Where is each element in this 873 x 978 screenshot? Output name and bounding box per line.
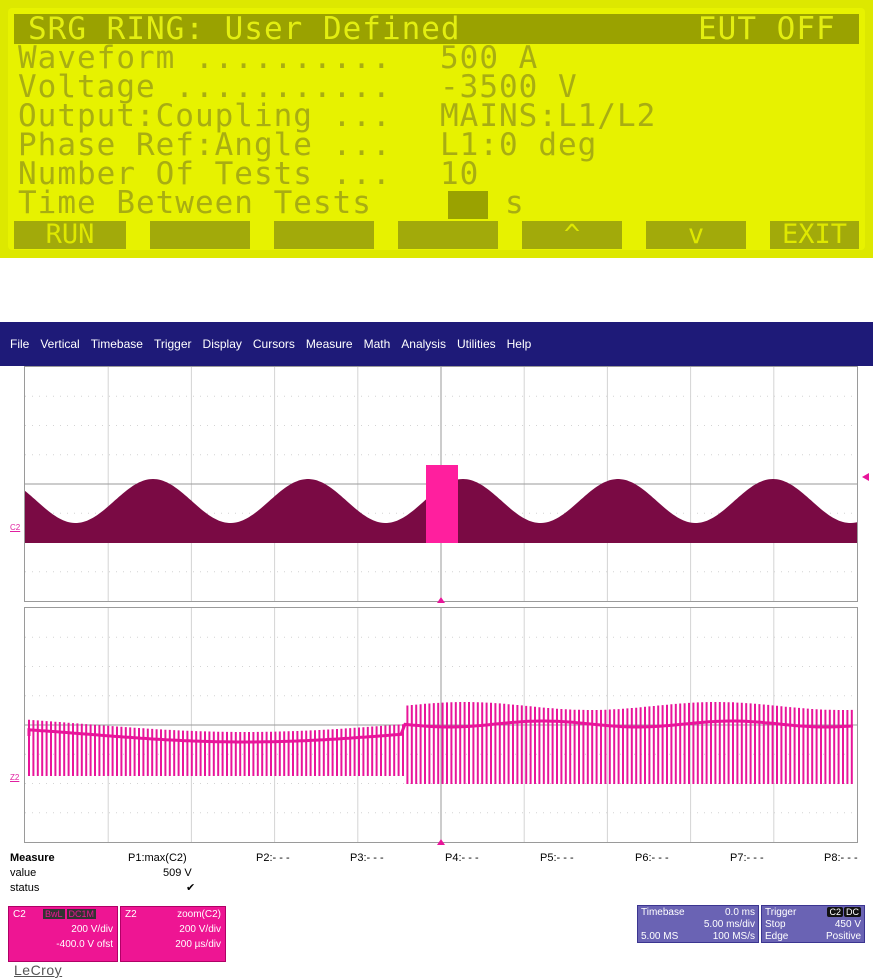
menu-trigger[interactable]: Trigger [154, 337, 192, 351]
measure-param-p1[interactable]: P1:max(C2) [128, 852, 187, 864]
softkey-4[interactable] [398, 221, 498, 249]
measure-p1-value: 509 V [163, 867, 192, 879]
measure-param-p2[interactable]: P2:- - - [256, 852, 290, 864]
timebase-rate: 100 MS/s [712, 931, 755, 942]
trigger-badges: C2 DC [826, 907, 861, 918]
trigger-label: Trigger [765, 907, 797, 918]
waveform-plot-lower [25, 608, 857, 842]
measure-header: Measure [10, 852, 55, 864]
trigger-badge-dc: DC [844, 907, 861, 917]
measure-param-p5[interactable]: P5:- - - [540, 852, 574, 864]
channel-label-c2[interactable]: C2 [10, 523, 20, 532]
softkey-exit[interactable]: EXIT [770, 221, 859, 249]
menu-help[interactable]: Help [507, 337, 532, 351]
lcd-screen: SRG RING: User Defined EUT OFF Waveform … [8, 8, 865, 250]
c2-badge-dc1m: DC1M [66, 909, 97, 919]
timebase-descriptor[interactable]: Timebase 0.0 ms 5.00 ms/div 5.00 MS 100 … [637, 905, 759, 943]
channel-descriptor-c2[interactable]: C2 BwL DC1M 200 V/div -400.0 V ofst [8, 906, 118, 962]
softkey-up-icon: ^ [563, 219, 581, 250]
softkey-run[interactable]: RUN [14, 221, 126, 249]
measure-param-p3[interactable]: P3:- - - [350, 852, 384, 864]
zoom-descriptor-z2[interactable]: Z2 zoom(C2) 200 V/div 200 µs/div [120, 906, 226, 962]
menu-utilities[interactable]: Utilities [457, 337, 496, 351]
menu-analysis[interactable]: Analysis [401, 337, 446, 351]
softkey-down-icon: v [687, 219, 705, 250]
trigger-type: Edge [765, 931, 789, 942]
grid-upper[interactable] [24, 366, 858, 602]
c2-badges: BwL DC1M [41, 909, 97, 920]
measure-p1-status-icon: ✔ [186, 882, 196, 894]
timebase-label: Timebase [641, 907, 685, 918]
measure-param-p4[interactable]: P4:- - - [445, 852, 479, 864]
timebase-samples: 5.00 MS [641, 931, 679, 942]
menu-bar: File Vertical Timebase Trigger Display C… [0, 322, 873, 366]
lcd-row-tests-value: 10 [440, 156, 480, 192]
menu-timebase[interactable]: Timebase [91, 337, 143, 351]
trigger-position-marker-lower[interactable] [437, 839, 445, 845]
z2-source: zoom(C2) [177, 909, 221, 920]
softkey-down[interactable]: v [646, 221, 746, 249]
trigger-descriptor[interactable]: Trigger C2 DC Stop 450 V Edge Positive [761, 905, 865, 943]
c2-offset: -400.0 V ofst [56, 939, 113, 950]
trigger-mode: Stop [765, 919, 786, 930]
menu-vertical[interactable]: Vertical [40, 337, 79, 351]
menu-file[interactable]: File [10, 337, 29, 351]
measure-table: Measure value status P1:max(C2) 509 V ✔ … [0, 849, 873, 905]
menu-measure[interactable]: Measure [306, 337, 353, 351]
softkey-2[interactable] [150, 221, 250, 249]
c2-badge-bwl: BwL [43, 909, 65, 919]
timebase-delay: 0.0 ms [724, 907, 755, 918]
oscilloscope-window: File Vertical Timebase Trigger Display C… [0, 322, 873, 978]
lcd-edit-cursor[interactable] [448, 191, 488, 219]
z2-name: Z2 [125, 909, 137, 920]
waveform-plot-upper [25, 367, 857, 601]
measure-row-status-label: status [10, 882, 40, 894]
trigger-badge-c2: C2 [827, 907, 843, 917]
z2-vdiv: 200 V/div [179, 924, 221, 935]
measure-param-p7[interactable]: P7:- - - [730, 852, 764, 864]
softkey-up[interactable]: ^ [522, 221, 622, 249]
trigger-slope: Positive [825, 931, 861, 942]
surge-generator-lcd: SRG RING: User Defined EUT OFF Waveform … [0, 0, 873, 258]
timebase-tdiv: 5.00 ms/div [703, 919, 755, 930]
measure-param-p6[interactable]: P6:- - - [635, 852, 669, 864]
trigger-position-marker-upper[interactable] [437, 597, 445, 603]
c2-name: C2 [13, 909, 26, 920]
softkey-exit-label: EXIT [781, 219, 848, 250]
trigger-level: 450 V [834, 919, 861, 930]
lcd-row-time-unit: s [505, 185, 525, 221]
measure-param-p8[interactable]: P8:- - - [824, 852, 858, 864]
softkey-run-label: RUN [45, 219, 95, 250]
z2-tdiv: 200 µs/div [175, 939, 221, 950]
waveform-lower-zoom [28, 702, 853, 784]
lcd-row-time-label: Time Between Tests [18, 185, 372, 221]
measure-row-value-label: value [10, 867, 37, 879]
menu-math[interactable]: Math [364, 337, 391, 351]
menu-cursors[interactable]: Cursors [253, 337, 295, 351]
grid-lower[interactable] [24, 607, 858, 843]
zoom-region-highlight [426, 465, 458, 543]
trigger-level-marker[interactable] [862, 473, 869, 481]
menu-display[interactable]: Display [203, 337, 242, 351]
c2-vdiv: 200 V/div [71, 924, 113, 935]
lcd-eut-status: EUT OFF [698, 11, 836, 47]
channel-label-z2[interactable]: Z2 [10, 773, 19, 782]
softkey-3[interactable] [274, 221, 374, 249]
